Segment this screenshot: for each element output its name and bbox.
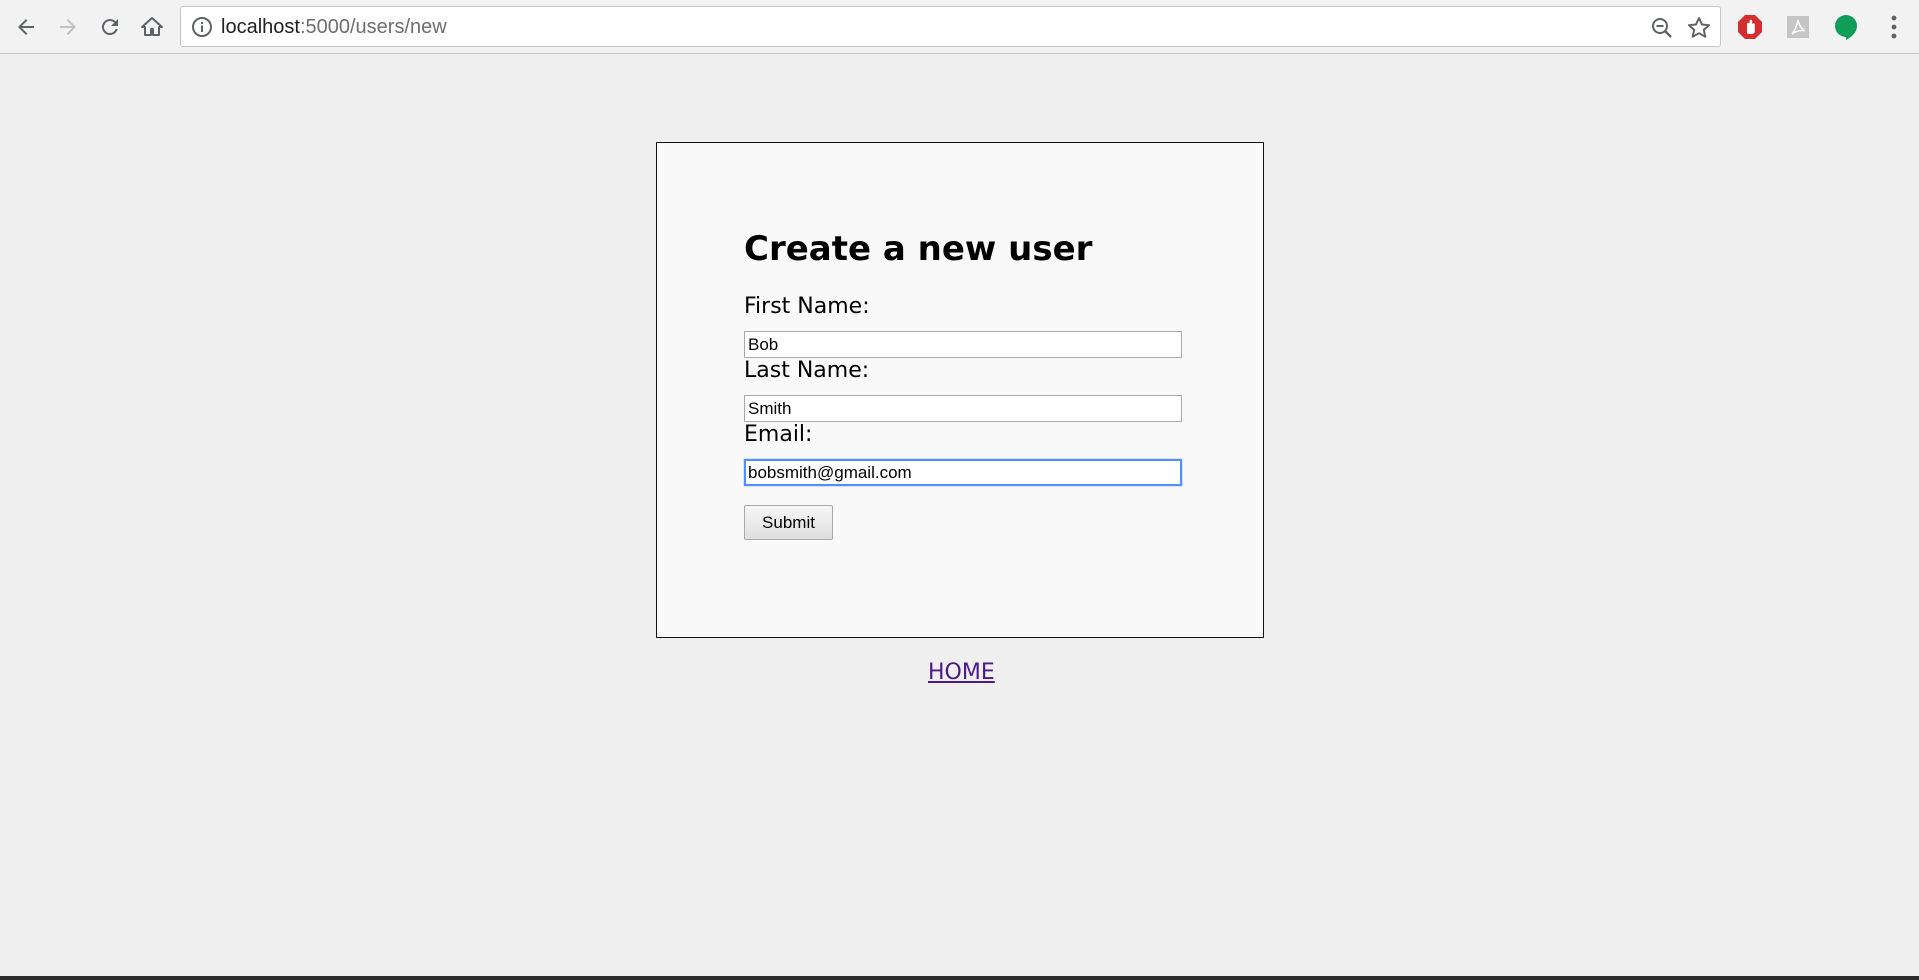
url-text[interactable]: localhost:5000/users/new: [221, 15, 447, 39]
url-path: :5000/users/new: [299, 16, 447, 38]
email-label: Email:: [744, 422, 813, 447]
last-name-input[interactable]: [744, 395, 1182, 422]
address-bar[interactable]: localhost:5000/users/new: [180, 6, 1721, 47]
menu-dots-icon[interactable]: [1882, 13, 1906, 41]
hangouts-icon[interactable]: [1832, 13, 1860, 41]
zoom-out-icon[interactable]: [1650, 16, 1674, 40]
info-icon[interactable]: [191, 16, 213, 38]
back-arrow-icon[interactable]: [10, 11, 42, 43]
new-user-card: Create a new user First Name: Last Name:…: [656, 142, 1264, 638]
home-icon[interactable]: [136, 11, 168, 43]
forward-arrow-icon[interactable]: [52, 11, 84, 43]
adblock-icon[interactable]: [1736, 13, 1764, 41]
pdf-icon[interactable]: [1784, 13, 1812, 41]
email-input[interactable]: [744, 459, 1182, 486]
first-name-label: First Name:: [744, 294, 870, 319]
browser-toolbar: localhost:5000/users/new: [0, 0, 1919, 54]
page-title: Create a new user: [744, 229, 1093, 269]
taskbar-edge: [0, 976, 1919, 980]
new-user-form: Create a new user First Name: Last Name:…: [744, 229, 1184, 540]
last-name-label: Last Name:: [744, 358, 870, 383]
reload-icon[interactable]: [94, 11, 126, 43]
submit-button[interactable]: Submit: [744, 505, 833, 540]
url-host: localhost: [221, 16, 300, 38]
home-link[interactable]: HOME: [928, 660, 995, 686]
star-icon[interactable]: [1686, 15, 1712, 41]
first-name-input[interactable]: [744, 331, 1182, 358]
